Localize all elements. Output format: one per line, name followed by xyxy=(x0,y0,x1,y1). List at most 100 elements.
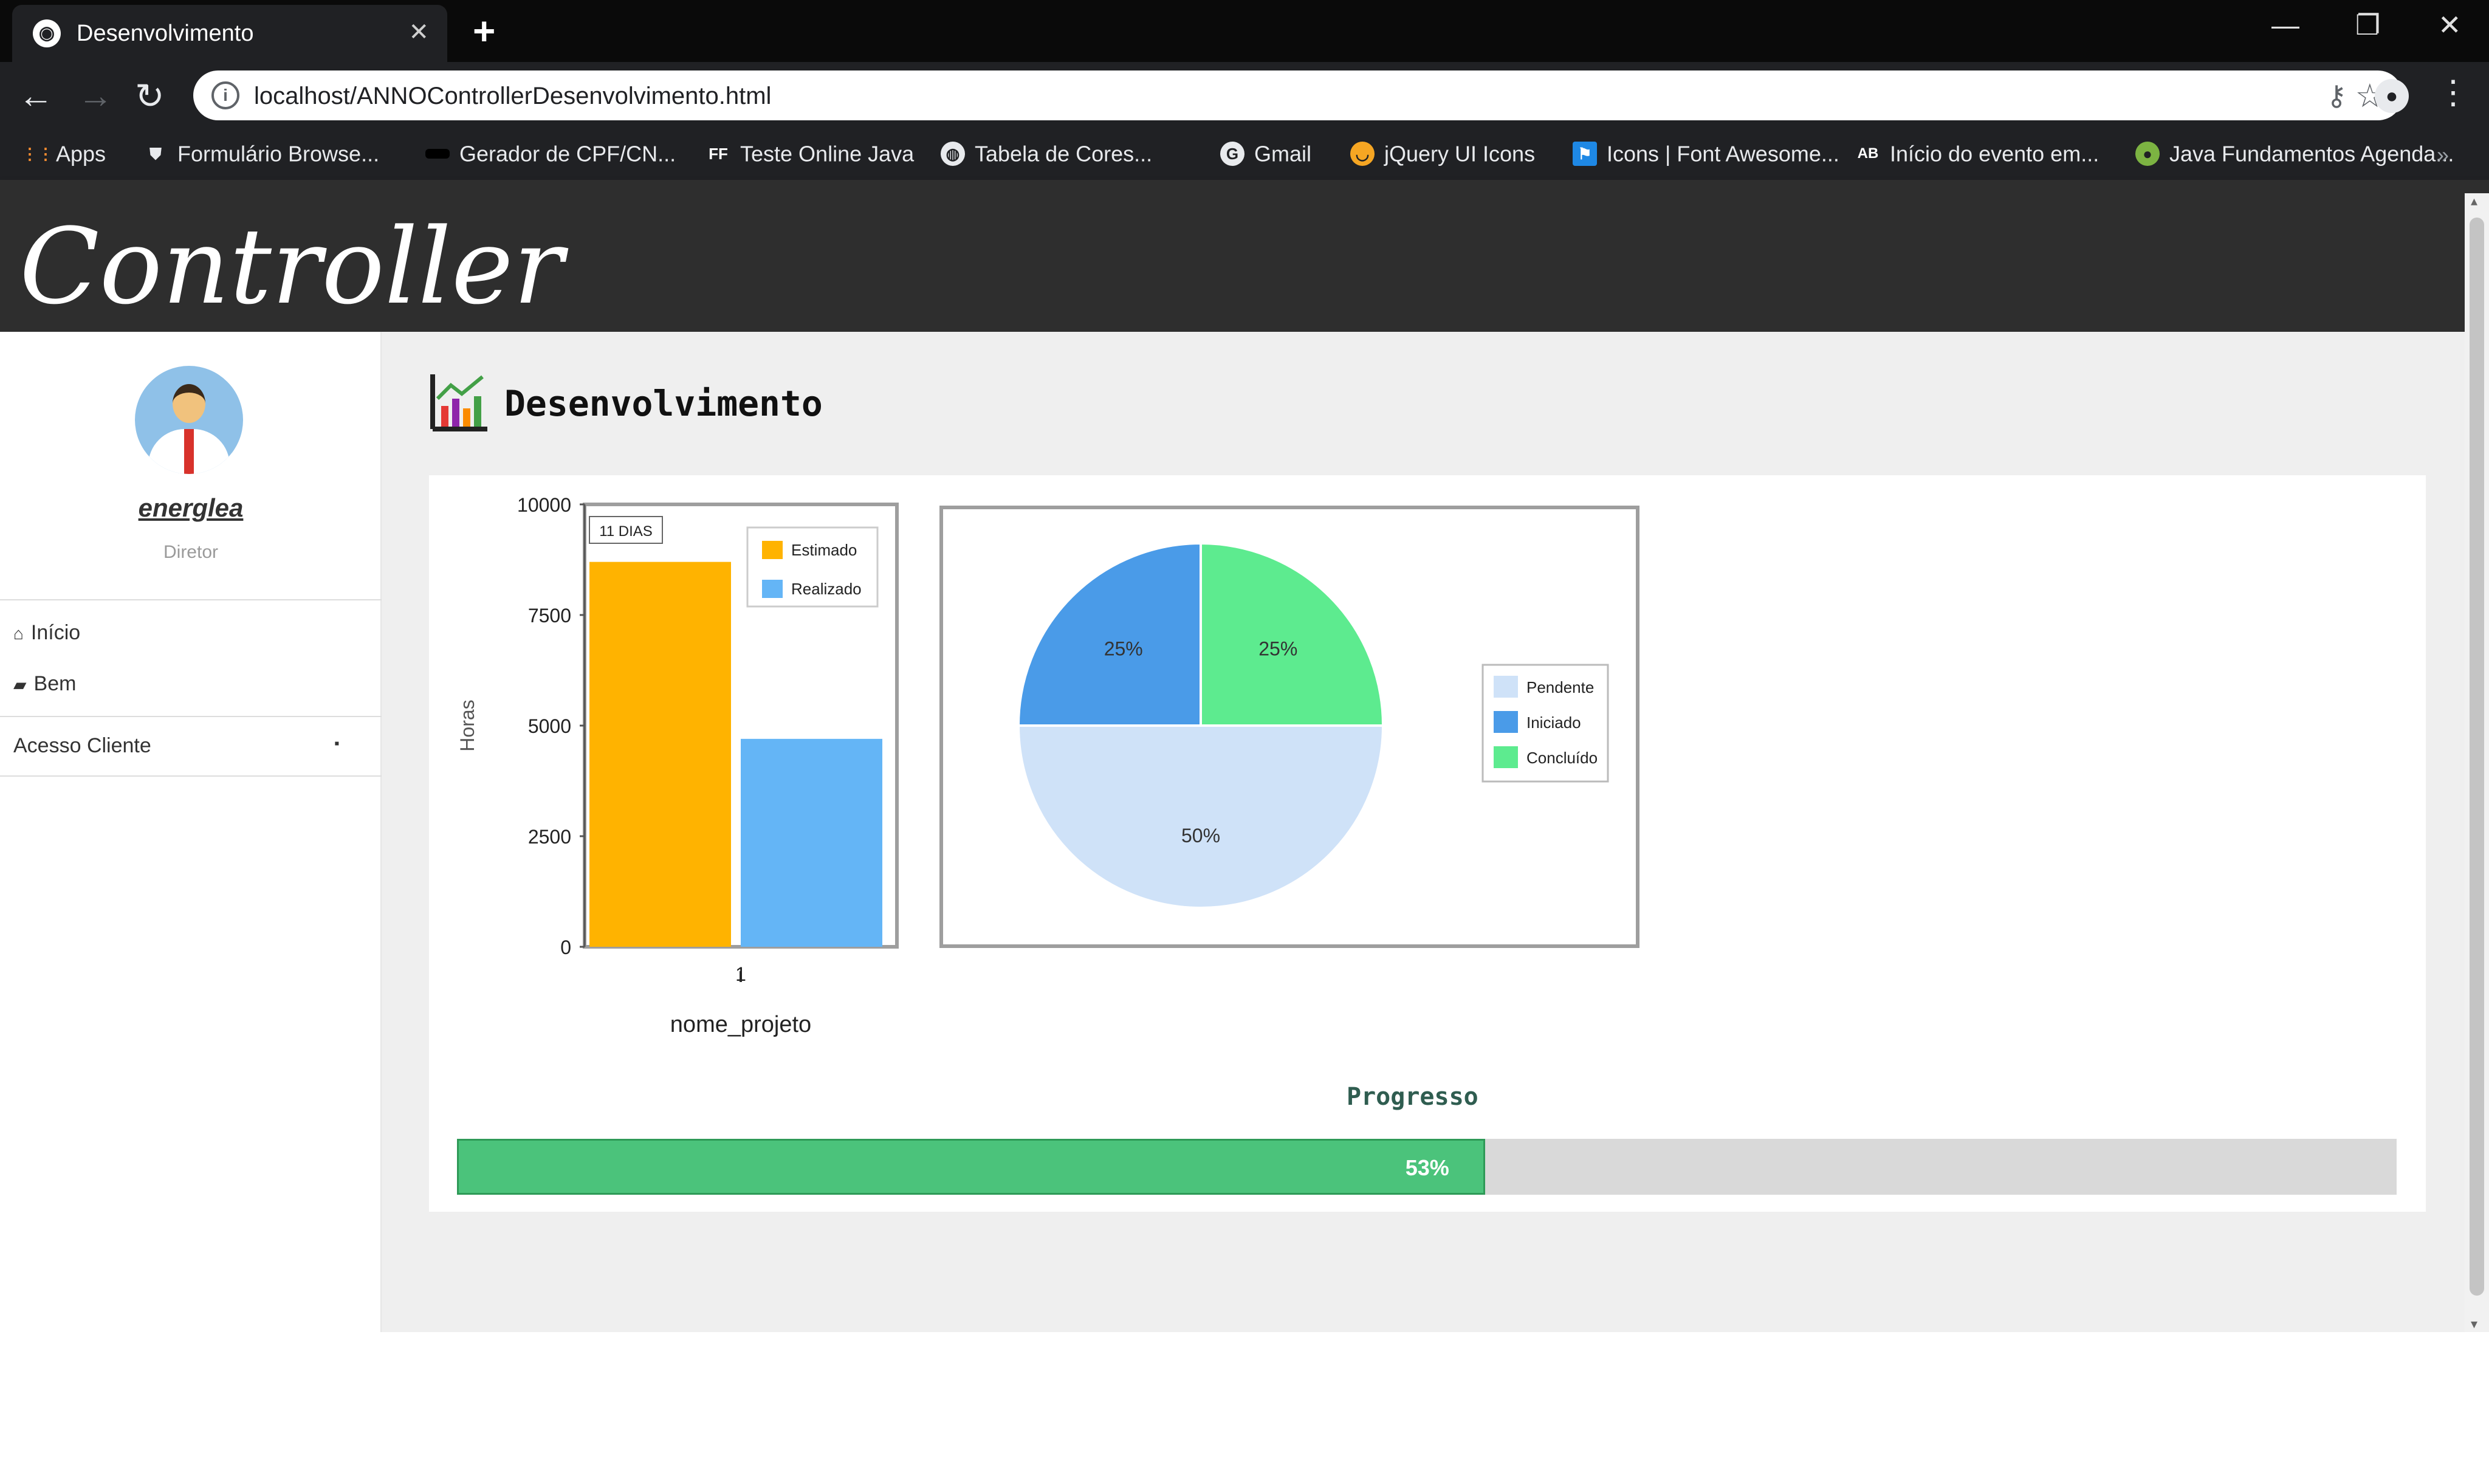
legend-swatch xyxy=(1494,746,1518,768)
bookmark-item[interactable]: G Gmail xyxy=(1220,140,1311,167)
page-title: Desenvolvimento xyxy=(504,383,823,424)
sidebar-item-label: Início xyxy=(30,621,81,644)
bar-estimado xyxy=(589,562,731,947)
legend-swatch xyxy=(762,541,783,559)
bookmark-item[interactable]: AB Início do evento em... xyxy=(1856,140,2099,167)
bookmark-item[interactable]: ◡ jQuery UI Icons xyxy=(1350,140,1535,167)
user-name[interactable]: energlea xyxy=(0,493,382,523)
profile-icon[interactable]: ● xyxy=(2375,79,2409,113)
caret-icon: ▪ xyxy=(334,735,340,752)
more-bookmarks-icon[interactable]: » xyxy=(2437,142,2449,168)
sidebar-item-label: Bem xyxy=(33,672,77,695)
key-icon[interactable]: ⚷ xyxy=(2326,79,2347,112)
bookmarks-bar: ⋮⋮ Apps ⛊ Formulário Browse... Gerador de … xyxy=(0,129,2489,180)
card-icon: ▰ xyxy=(13,675,27,694)
forward-icon[interactable]: → xyxy=(78,75,113,116)
progress-title-text: Progresso xyxy=(1347,1083,1478,1111)
page-bottom-area xyxy=(0,1332,2489,1484)
tab-title: Desenvolvimento xyxy=(77,21,254,46)
pie-chart-plot: 50% 25% 25% Pendente Iniciado Concluído xyxy=(939,506,1639,948)
progress-bar: 53% xyxy=(457,1139,2397,1195)
shield-icon: ⛊ xyxy=(149,145,162,163)
dashboard-card: 0 2500 5000 7500 10000 1 nome_projeto Horas 11 D… xyxy=(429,475,2426,1212)
bookmark-item[interactable]: ⋮⋮ Apps xyxy=(22,140,106,167)
tab-favicon-icon: ◉ xyxy=(33,19,61,47)
progress-label: 53% xyxy=(1405,1155,1449,1180)
pie-slice-label: 25% xyxy=(1104,638,1143,660)
browser-tab-bar: ◉ Desenvolvimento ✕ + — ❐ ✕ xyxy=(0,0,2489,62)
ab-icon: AB xyxy=(1857,145,1879,162)
bar-annotation: 11 DIAS xyxy=(599,523,653,540)
legend-swatch xyxy=(1494,711,1518,733)
bar-chart: 0 2500 5000 7500 10000 1 nome_projeto Horas 11 D… xyxy=(456,494,899,1037)
sidebar-item-bem[interactable]: ▰ Bem xyxy=(13,672,76,696)
legend-label: Estimado xyxy=(791,541,857,559)
address-bar[interactable]: i localhost/ANNOControllerDesenvolviment… xyxy=(193,70,2403,120)
bookmark-item[interactable]: FF Teste Online Java xyxy=(706,140,914,167)
bookmark-item[interactable]: Gerador de CPF/CN... xyxy=(425,140,676,167)
jquery-icon: ◡ xyxy=(1350,142,1375,167)
sidebar-item-inicio[interactable]: ⌂ Início xyxy=(13,621,80,645)
chart-growth-icon xyxy=(430,374,487,431)
bookmark-dot-icon xyxy=(425,149,450,159)
y-axis-label: Horas xyxy=(456,699,478,751)
new-tab-icon[interactable]: + xyxy=(473,9,495,53)
y-tick-label: 10000 xyxy=(517,494,571,516)
legend-label: Concluído xyxy=(1526,749,1598,767)
ff-icon: FF xyxy=(709,145,728,163)
apps-grid-icon: ⋮⋮ xyxy=(22,145,53,163)
scroll-up-icon[interactable]: ▴ xyxy=(2471,193,2477,209)
avatar xyxy=(135,366,243,474)
legend-swatch xyxy=(1494,676,1518,698)
progress-bar-fill: 53% xyxy=(457,1139,1485,1195)
legend-label: Realizado xyxy=(791,580,862,598)
bookmark-item[interactable]: ◍ Tabela de Cores... xyxy=(941,140,1152,167)
legend-swatch xyxy=(762,580,783,598)
y-tick-label: 5000 xyxy=(528,715,571,737)
y-tick-label: 0 xyxy=(560,936,571,958)
flag-icon: ⚑ xyxy=(1573,142,1597,167)
bookmark-item[interactable]: ⛊ Formulário Browse... xyxy=(143,140,379,167)
url-text[interactable]: localhost/ANNOControllerDesenvolvimento.… xyxy=(254,83,771,110)
site-info-icon[interactable]: i xyxy=(211,81,239,109)
avatar-tie xyxy=(184,429,194,474)
scrollbar-thumb[interactable] xyxy=(2470,218,2484,1296)
sidebar-dropdown-acesso-cliente[interactable]: Acesso Cliente ▪ xyxy=(0,716,382,777)
legend-label: Pendente xyxy=(1526,678,1594,696)
y-tick-label: 7500 xyxy=(528,605,571,627)
legend-label: Iniciado xyxy=(1526,713,1581,732)
minimize-icon[interactable]: — xyxy=(2271,9,2299,41)
browser-tab[interactable]: ◉ Desenvolvimento ✕ xyxy=(12,5,447,62)
pie-chart: 50% 25% 25% Pendente Iniciado Concluído xyxy=(939,506,1639,948)
pie-slice-label: 25% xyxy=(1258,638,1297,660)
vertical-scrollbar[interactable]: ▴ ▾ xyxy=(2465,193,2489,1332)
scroll-down-icon[interactable]: ▾ xyxy=(2471,1316,2477,1332)
dropdown-label: Acesso Cliente xyxy=(13,734,151,757)
back-icon[interactable]: ← xyxy=(18,75,53,116)
main-content: Desenvolvimento 0 2500 5000 7500 10000 1 nome_… xyxy=(382,332,2465,1332)
google-icon: G xyxy=(1220,142,1244,167)
sidebar: energlea Diretor ⌂ Início ▰ Bem Acesso Cli… xyxy=(0,332,382,1332)
tab-close-icon[interactable]: ✕ xyxy=(408,18,429,46)
reload-icon[interactable]: ↻ xyxy=(135,75,165,117)
globe-icon: ◍ xyxy=(941,142,965,167)
y-tick-label: 2500 xyxy=(528,826,571,848)
bookmark-item[interactable]: ⚑ Icons | Font Awesome... xyxy=(1573,140,1839,167)
bookmark-item[interactable]: ● Java Fundamentos Agenda... xyxy=(2135,140,2454,167)
restore-icon[interactable]: ❐ xyxy=(2355,9,2380,41)
bar-realizado xyxy=(741,738,882,947)
bar-chart-plot: 0 2500 5000 7500 10000 1 nome_projeto Horas 11 D… xyxy=(456,494,899,1037)
avatar-face xyxy=(173,384,205,423)
close-window-icon[interactable]: ✕ xyxy=(2438,9,2462,41)
brand-logo[interactable]: Controller xyxy=(19,205,563,328)
app-header: Controller xyxy=(0,180,2489,332)
x-axis-label: nome_projeto xyxy=(670,1012,811,1037)
user-role: Diretor xyxy=(163,542,218,562)
green-circle-icon: ● xyxy=(2135,142,2160,167)
sidebar-divider xyxy=(0,599,382,600)
x-tick-label: 1 xyxy=(735,963,746,985)
menu-kebab-icon[interactable]: ⋮ xyxy=(2437,73,2470,111)
browser-toolbar: ← → ↻ i localhost/ANNOControllerDesenvol… xyxy=(0,62,2489,129)
home-icon: ⌂ xyxy=(13,624,24,643)
pie-slice-label: 50% xyxy=(1181,825,1220,847)
